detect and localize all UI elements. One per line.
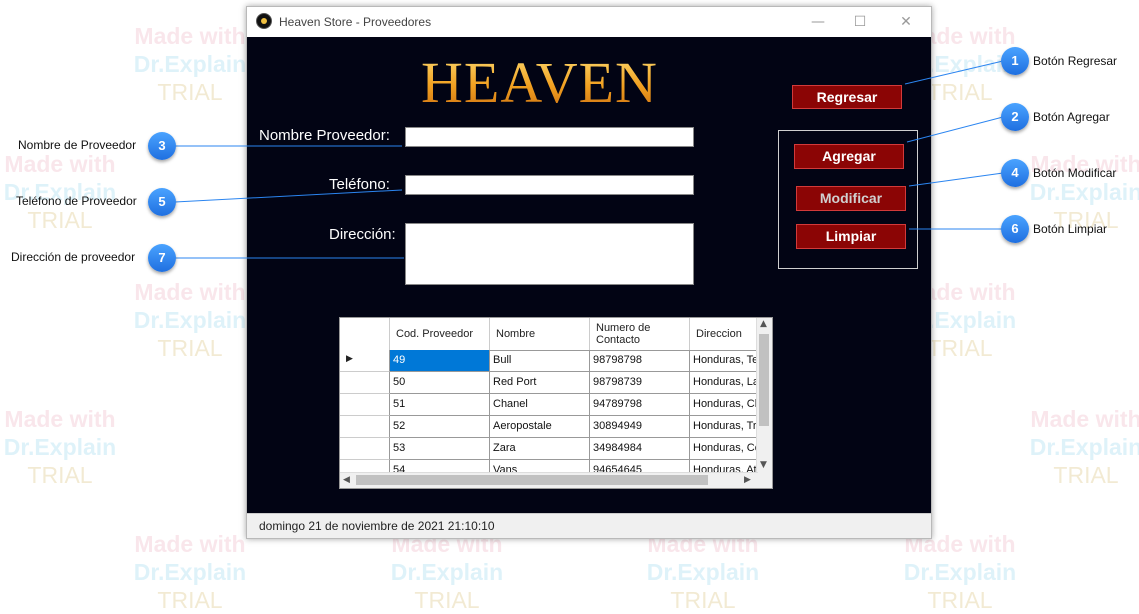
callout-badge-1: 1 xyxy=(1001,47,1029,75)
callout-text-7: Dirección de proveedor xyxy=(11,250,136,264)
callout-line-2 xyxy=(906,116,1004,143)
callout-line-5 xyxy=(174,189,403,203)
callout-badge-7: 7 xyxy=(148,244,176,272)
callout-line-1 xyxy=(904,60,1004,85)
callout-text-3: Nombre de Proveedor xyxy=(18,138,137,152)
callout-line-4 xyxy=(908,172,1004,187)
callout-badge-4: 4 xyxy=(1001,159,1029,187)
callout-text-6: Botón Limpiar xyxy=(1033,222,1108,236)
callout-text-4: Botón Modificar xyxy=(1033,166,1117,180)
callout-badge-2: 2 xyxy=(1001,103,1029,131)
callout-badge-3: 3 xyxy=(148,132,176,160)
callout-text-2: Botón Agregar xyxy=(1033,110,1110,124)
callout-badge-6: 6 xyxy=(1001,215,1029,243)
callout-lines xyxy=(174,60,1004,259)
callout-badge-5: 5 xyxy=(148,188,176,216)
callout-text-1: Botón Regresar xyxy=(1033,54,1118,68)
callout-text-5: Teléfono de Proveedor xyxy=(16,194,137,208)
